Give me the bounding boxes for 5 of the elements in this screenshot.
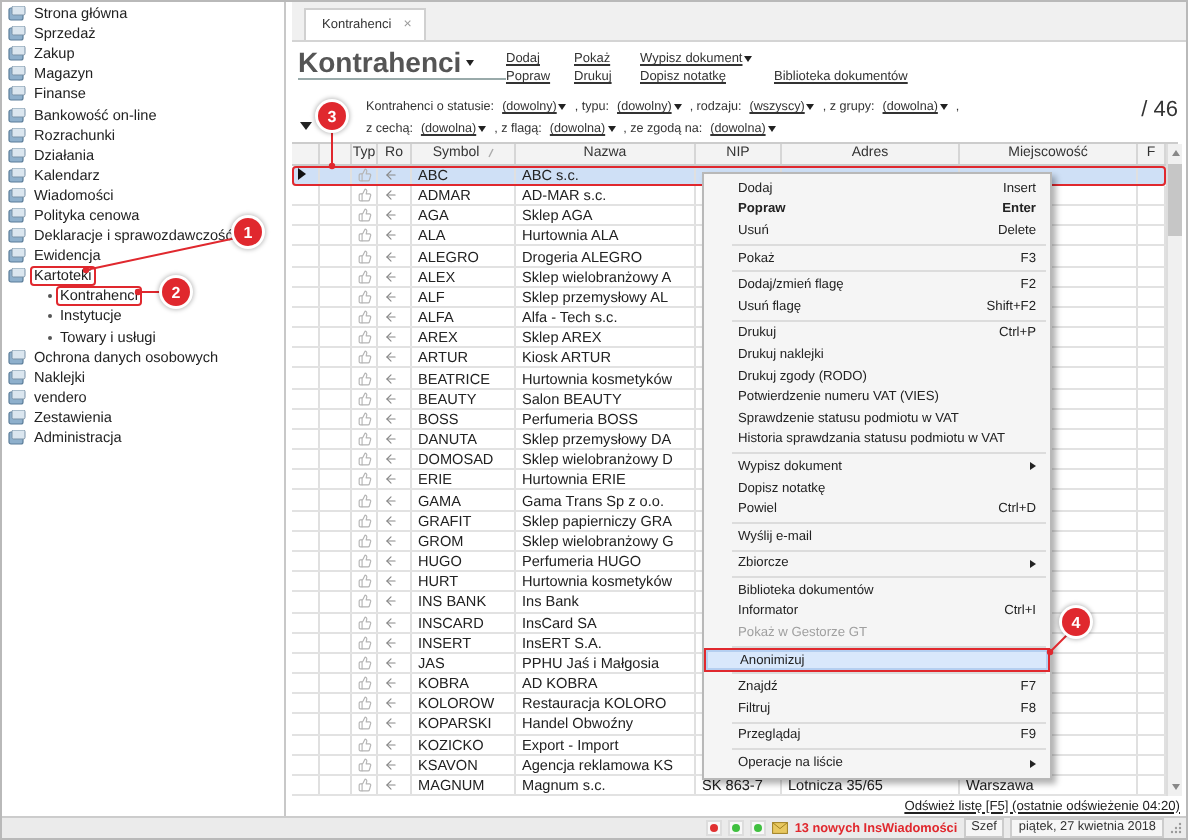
step-badge: 2 [162,278,190,306]
step-badge: 3 [318,102,346,130]
record-count: / 46 [1141,98,1180,123]
step-badge: 1 [234,218,262,246]
step-badge: 4 [1062,608,1090,636]
